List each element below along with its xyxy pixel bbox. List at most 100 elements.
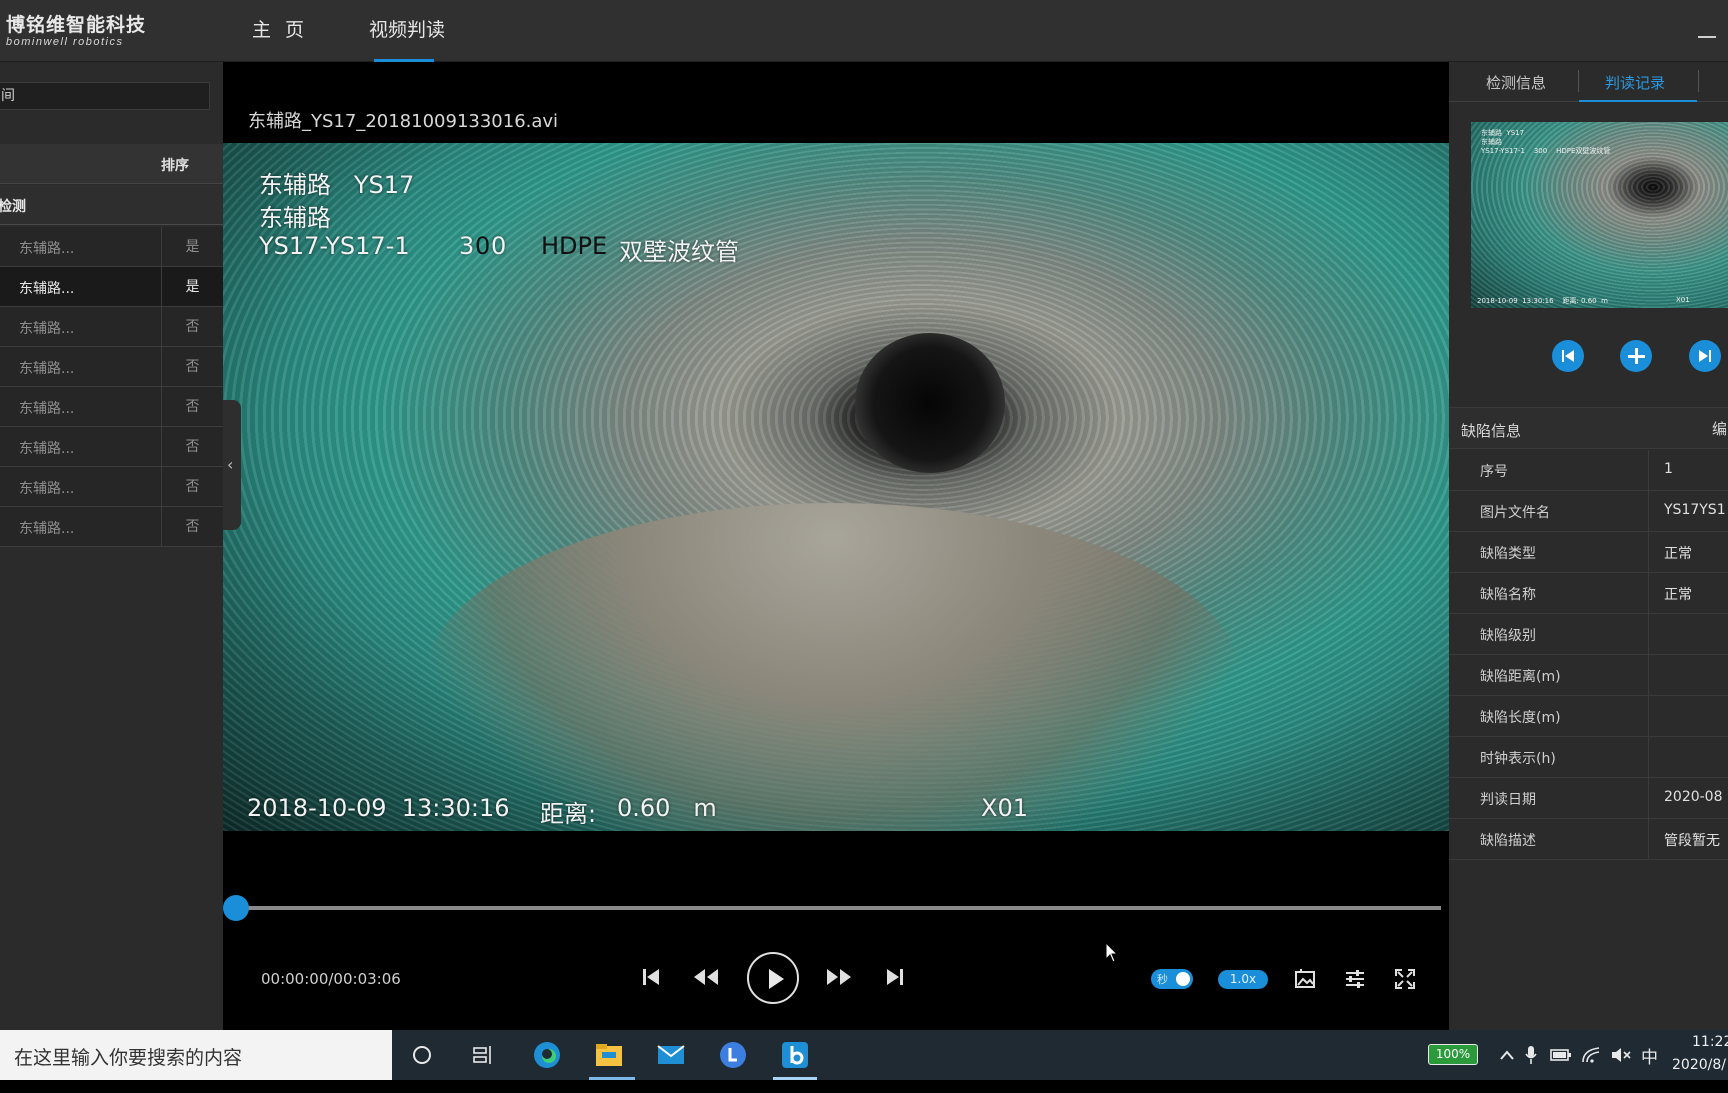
list-item[interactable]: 东辅路... 否 [0, 347, 223, 387]
group-row-detection[interactable]: 检测 [0, 185, 223, 225]
file-explorer-app[interactable] [593, 1039, 625, 1071]
add-record-button[interactable] [1620, 340, 1652, 372]
b-app-icon [782, 1042, 808, 1068]
tab-bar: 检测信息 判读记录 [1449, 62, 1728, 102]
sort-column-header[interactable]: 排序 [161, 155, 189, 175]
overlay-line2: 东辅路 [259, 204, 331, 232]
overlay-diameter-3: 3 [459, 232, 475, 260]
item-name: 东辅路... [19, 481, 75, 497]
b-app[interactable] [779, 1039, 811, 1071]
search-input[interactable]: 间 [0, 82, 210, 110]
next-record-button[interactable] [1689, 340, 1721, 372]
skip-end-button[interactable] [880, 962, 910, 992]
item-name: 东辅路... [19, 441, 75, 457]
taskbar: 在这里输入你要搜索的内容 100% 中 11:22 2020/8/ [0, 1030, 1728, 1080]
list-item[interactable]: 东辅路... 否 [0, 387, 223, 427]
progress-handle[interactable] [223, 895, 249, 921]
edge-app[interactable] [531, 1039, 563, 1071]
time-readout: 00:00:00/00:03:06 [261, 970, 401, 988]
snapshot-thumbnail[interactable]: 东辅路 YS17 东辅路 YS17-YS17-1 300 HDPE双壁波纹管 2… [1471, 122, 1728, 308]
field-value[interactable]: 管段暂无 [1664, 830, 1720, 850]
overlay-material-hdpe: HDPE [541, 232, 608, 260]
l-app-icon [720, 1042, 746, 1068]
clock-time[interactable]: 11:22 [1692, 1034, 1728, 1050]
edit-button[interactable]: 编 [1712, 418, 1727, 439]
tab-detection-info[interactable]: 检测信息 [1486, 72, 1546, 93]
field-row-defect-level: 缺陷级别 [1449, 614, 1728, 655]
field-value[interactable]: 正常 [1664, 543, 1692, 563]
item-name: 东辅路... [19, 361, 75, 377]
power-status[interactable] [1545, 1039, 1577, 1071]
list-item[interactable]: 东辅路... 是 [0, 227, 223, 267]
list-item-selected[interactable]: 东辅路... 是 [0, 267, 223, 307]
volume-button[interactable] [1605, 1039, 1637, 1071]
play-icon [769, 969, 784, 989]
seconds-toggle[interactable]: 秒 [1151, 969, 1193, 989]
battery-status[interactable]: 100% [1428, 1044, 1478, 1065]
field-value[interactable]: 正常 [1664, 584, 1692, 604]
collapse-panel-button[interactable]: ‹ [223, 400, 241, 530]
play-button[interactable] [747, 952, 799, 1004]
thumb-line3: YS17-YS17-1 300 HDPE双壁波纹管 [1481, 147, 1611, 155]
field-label: 图片文件名 [1480, 505, 1550, 521]
cortana-button[interactable] [406, 1039, 438, 1071]
list-item[interactable]: 东辅路... 否 [0, 467, 223, 507]
network-button[interactable] [1576, 1039, 1608, 1071]
item-name: 东辅路... [19, 321, 75, 337]
pipe-tunnel [855, 333, 1005, 473]
list-header: 排序 [0, 144, 223, 184]
overlay-code: X01 [981, 794, 1028, 822]
fast-forward-icon [827, 969, 851, 985]
wifi-icon [1582, 1047, 1600, 1063]
video-list: 东辅路... 是 东辅路... 是 东辅路... 否 东辅路... 否 东辅路... 否 … [0, 227, 223, 547]
fast-forward-button[interactable] [824, 962, 854, 992]
field-label: 缺陷距离(m) [1480, 669, 1561, 685]
app-window: 博铭维智能科技 bominwell robotics 主 页 视频判读 间 排序… [0, 0, 1728, 1030]
field-value[interactable]: 2020-08 [1664, 789, 1723, 805]
fullscreen-button[interactable] [1390, 964, 1420, 994]
left-panel: 间 排序 检测 东辅路... 是 东辅路... 是 东辅路... 否 东辅路... 否 … [0, 62, 223, 1030]
list-item[interactable]: 东辅路... 否 [0, 507, 223, 547]
defect-info-header: 缺陷信息 编 [1449, 407, 1728, 449]
item-flag: 是 [161, 227, 223, 267]
volume-muted-icon [1612, 1048, 1631, 1062]
clock-date[interactable]: 2020/8/ [1672, 1057, 1726, 1073]
mail-app[interactable] [655, 1039, 687, 1071]
field-label: 时钟表示(h) [1480, 751, 1556, 767]
item-flag: 否 [161, 427, 223, 467]
chevron-left-icon: ‹ [227, 455, 234, 474]
defect-info-title: 缺陷信息 [1461, 422, 1522, 440]
taskbar-search[interactable]: 在这里输入你要搜索的内容 [0, 1030, 392, 1080]
field-label: 缺陷级别 [1480, 628, 1536, 644]
field-value[interactable]: YS17YS1 [1664, 502, 1726, 518]
overlay-material-type: 双壁波纹管 [619, 238, 739, 266]
tab-interpretation-record[interactable]: 判读记录 [1605, 72, 1665, 93]
l-app[interactable] [717, 1039, 749, 1071]
fullscreen-icon [1395, 969, 1415, 989]
nav-home[interactable]: 主 页 [252, 0, 308, 62]
item-flag: 否 [161, 507, 223, 547]
task-view-button[interactable] [468, 1039, 500, 1071]
nav-video-interpretation[interactable]: 视频判读 [369, 0, 445, 62]
rewind-button[interactable] [691, 962, 721, 992]
progress-bar[interactable] [237, 906, 1441, 910]
speed-selector[interactable]: 1.0x [1218, 970, 1268, 989]
previous-record-button[interactable] [1552, 340, 1584, 372]
video-frame[interactable]: 东辅路 YS17 东辅路 YS17-YS17-1 3 0 0 HDPE 双壁波纹… [223, 143, 1449, 831]
thumb-line5: X01 [1676, 296, 1690, 304]
overlay-datetime: 2018-10-09 13:30:16 [247, 794, 510, 822]
field-row-index: 序号 1 [1449, 450, 1728, 491]
ime-indicator[interactable]: 中 [1641, 1043, 1658, 1093]
rewind-icon [694, 969, 718, 985]
adjust-button[interactable] [1340, 964, 1370, 994]
cortana-icon [413, 1046, 431, 1064]
chevron-up-icon [1500, 1050, 1514, 1060]
skip-start-button[interactable] [636, 962, 666, 992]
list-item[interactable]: 东辅路... 否 [0, 307, 223, 347]
edge-icon [534, 1042, 560, 1068]
minimize-button[interactable] [1698, 36, 1716, 38]
microphone-button[interactable] [1515, 1039, 1547, 1071]
snapshot-button[interactable] [1290, 964, 1320, 994]
list-item[interactable]: 东辅路... 否 [0, 427, 223, 467]
field-value[interactable]: 1 [1664, 461, 1673, 477]
